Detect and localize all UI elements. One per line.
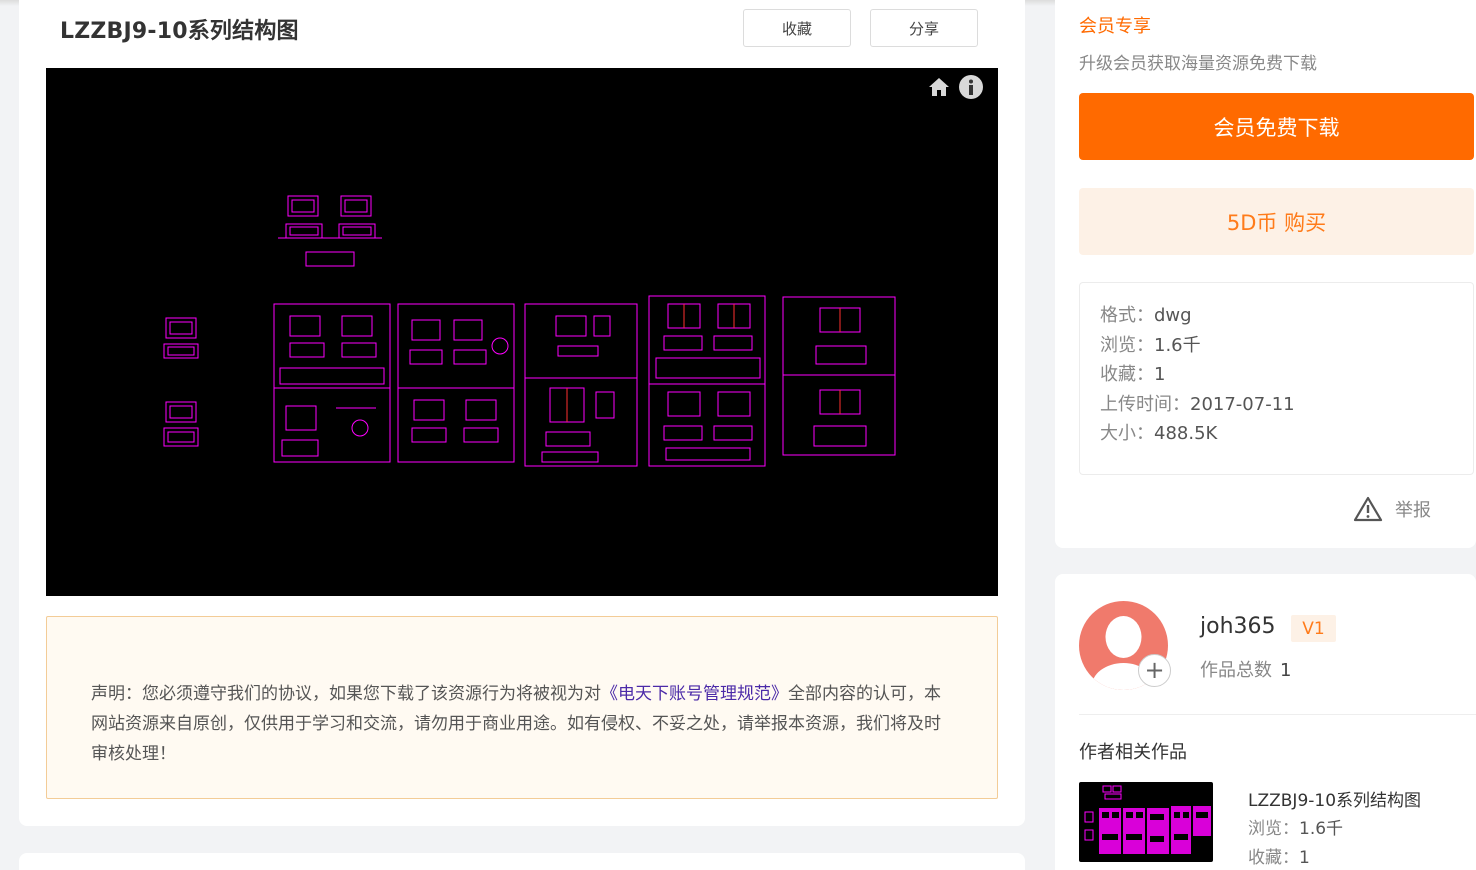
share-button[interactable]: 分享 xyxy=(870,9,978,47)
disclaimer-notice: 声明：您必须遵守我们的协议，如果您下载了该资源行为将被视为对《电天下账号管理规范… xyxy=(46,616,998,799)
format-label: 格式： xyxy=(1100,305,1154,326)
page-title: LZZBJ9-10系列结构图 xyxy=(60,19,299,44)
report-label: 举报 xyxy=(1395,500,1431,521)
views-label: 浏览： xyxy=(1100,334,1154,356)
secondary-content-card xyxy=(19,853,1025,870)
vip-title: 会员专享 xyxy=(1079,16,1151,37)
follow-plus-icon[interactable]: + xyxy=(1138,654,1171,687)
favorites-label: 收藏： xyxy=(1100,364,1154,385)
size-label: 大小： xyxy=(1100,423,1154,444)
info-icon[interactable] xyxy=(958,74,984,100)
views-value: 1.6千 xyxy=(1154,334,1201,356)
favorites-value: 1 xyxy=(1154,364,1166,385)
related-work-favorites: 收藏：1 xyxy=(1248,843,1310,868)
disclaimer-text-prefix: 声明：您必须遵守我们的协议，如果您下载了该资源行为将被视为对 xyxy=(91,684,601,704)
author-level-badge: V1 xyxy=(1291,615,1336,642)
related-work-title[interactable]: LZZBJ9-10系列结构图 xyxy=(1248,786,1421,811)
coin-purchase-button[interactable]: 5D币 购买 xyxy=(1079,188,1474,255)
favorite-button[interactable]: 收藏 xyxy=(743,9,851,47)
home-icon[interactable] xyxy=(926,74,952,100)
cad-drawing-preview xyxy=(163,195,896,467)
author-works-count: 作品总数 1 xyxy=(1200,656,1291,682)
vip-subtitle: 升级会员获取海量资源免费下载 xyxy=(1079,54,1317,74)
related-views-value: 1.6千 xyxy=(1299,819,1344,839)
warning-icon xyxy=(1353,496,1383,522)
cad-preview-viewer[interactable] xyxy=(46,68,998,596)
favorites-row: 收藏：1 xyxy=(1100,360,1473,390)
upload-time-row: 上传时间：2017-07-11 xyxy=(1100,390,1473,420)
format-row: 格式：dwg xyxy=(1100,301,1473,331)
upload-time-label: 上传时间： xyxy=(1100,393,1190,415)
related-favs-value: 1 xyxy=(1299,848,1310,868)
viewer-toolbar xyxy=(926,74,984,100)
related-work-thumbnail[interactable] xyxy=(1079,782,1213,862)
divider xyxy=(1079,714,1476,715)
vip-download-button[interactable]: 会员免费下载 xyxy=(1079,93,1474,160)
author-name[interactable]: joh365 xyxy=(1200,614,1276,639)
report-button[interactable]: 举报 xyxy=(1353,496,1431,522)
works-label: 作品总数 xyxy=(1200,660,1272,681)
size-value: 488.5K xyxy=(1154,423,1218,444)
related-views-label: 浏览： xyxy=(1248,819,1299,839)
related-works-title: 作者相关作品 xyxy=(1079,742,1187,763)
related-work-views: 浏览：1.6千 xyxy=(1248,814,1343,839)
works-value: 1 xyxy=(1280,660,1292,681)
upload-time-value: 2017-07-11 xyxy=(1190,393,1295,415)
file-info-box: 格式：dwg 浏览：1.6千 收藏：1 上传时间：2017-07-11 大小：4… xyxy=(1079,282,1474,475)
related-favs-label: 收藏： xyxy=(1248,848,1299,868)
views-row: 浏览：1.6千 xyxy=(1100,331,1473,361)
account-policy-link[interactable]: 《电天下账号管理规范》 xyxy=(601,684,788,704)
format-value: dwg xyxy=(1154,305,1192,326)
size-row: 大小：488.5K xyxy=(1100,419,1473,449)
